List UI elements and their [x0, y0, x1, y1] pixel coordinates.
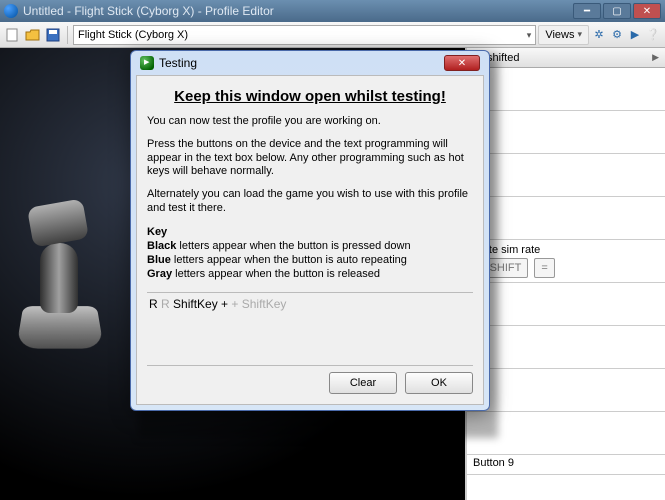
- device-name: Flight Stick (Cyborg X): [78, 29, 188, 41]
- dialog-heading: Keep this window open whilst testing!: [147, 88, 473, 105]
- minimize-button[interactable]: ━: [573, 3, 601, 19]
- chevron-right-icon: ▶: [652, 52, 659, 63]
- gear-icon[interactable]: ⚙: [609, 27, 625, 43]
- dialog-text: Alternately you can load the game you wi…: [147, 188, 473, 216]
- dialog-title: Testing: [159, 56, 197, 70]
- row-text: erate sim rate: [473, 244, 659, 256]
- app-icon: [4, 4, 18, 18]
- refresh-icon[interactable]: ✲: [591, 27, 607, 43]
- titlebar: Untitled - Flight Stick (Cyborg X) - Pro…: [0, 0, 665, 22]
- dialog-close-button[interactable]: ✕: [444, 55, 480, 71]
- testing-dialog: Testing ✕ Keep this window open whilst t…: [130, 50, 490, 411]
- dialog-body: Keep this window open whilst testing! Yo…: [136, 75, 484, 405]
- play-icon: [140, 56, 154, 70]
- dialog-titlebar: Testing ✕: [136, 51, 484, 75]
- ok-button[interactable]: OK: [405, 372, 473, 394]
- equals-button[interactable]: =: [534, 258, 554, 278]
- close-button[interactable]: ✕: [633, 3, 661, 19]
- button9-label: Button 9: [473, 457, 514, 469]
- open-icon[interactable]: [24, 26, 42, 44]
- window-title: Untitled - Flight Stick (Cyborg X) - Pro…: [23, 4, 573, 18]
- chevron-down-icon: [524, 29, 532, 41]
- key-legend: Key Black letters appear when the button…: [147, 225, 473, 282]
- table-row[interactable]: Button 9: [467, 455, 665, 475]
- help-icon[interactable]: ❔: [645, 27, 661, 43]
- toolbar: Flight Stick (Cyborg X) Views ✲ ⚙ ▶ ❔: [0, 22, 665, 48]
- device-dropdown[interactable]: Flight Stick (Cyborg X): [73, 25, 536, 45]
- dialog-text: Press the buttons on the device and the …: [147, 138, 473, 179]
- output-textbox[interactable]: R R ShiftKey + + ShiftKey: [147, 292, 473, 366]
- maximize-button[interactable]: ▢: [603, 3, 631, 19]
- clear-button[interactable]: Clear: [329, 372, 397, 394]
- joystick-image: [10, 203, 110, 353]
- separator: [67, 26, 68, 44]
- new-icon[interactable]: [4, 26, 22, 44]
- run-icon[interactable]: ▶: [627, 27, 643, 43]
- dialog-text: You can now test the profile you are wor…: [147, 115, 473, 129]
- views-button[interactable]: Views: [538, 25, 589, 45]
- save-icon[interactable]: [44, 26, 62, 44]
